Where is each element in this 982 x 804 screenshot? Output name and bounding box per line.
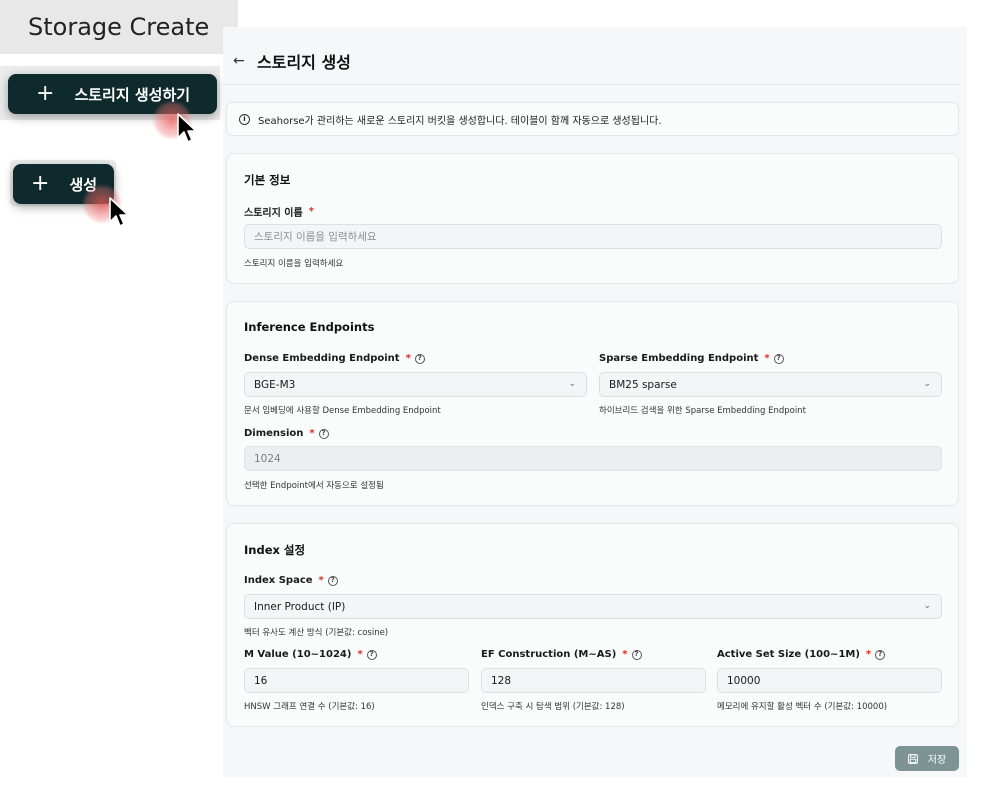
info-notice: i Seahorse가 관리하는 새로운 스토리지 버킷을 생성합니다. 테이블… [226,102,959,136]
notice-text: Seahorse가 관리하는 새로운 스토리지 버킷을 생성합니다. 테이블이 … [258,115,662,127]
help-icon[interactable]: ? [327,575,338,586]
storage-create-panel: ← 스토리지 생성 i Seahorse가 관리하는 새로운 스토리지 버킷을 … [223,27,967,777]
active-set-size-label-text: Active Set Size (100~1M) [717,649,860,660]
dense-endpoint-label: Dense Embedding Endpoint * ? [244,353,425,364]
storage-name-input[interactable]: 스토리지 이름을 입력하세요 [244,224,942,249]
page-header: ← 스토리지 생성 [223,27,959,85]
dimension-input: 1024 [244,446,942,471]
basic-info-title: 기본 정보 [244,173,291,187]
plus-icon: + [31,171,50,196]
required-mark: * [405,353,411,364]
dense-endpoint-hint: 문서 임베딩에 사용할 Dense Embedding Endpoint [244,406,441,416]
required-mark: * [622,649,628,660]
dense-endpoint-value: BGE-M3 [254,378,296,391]
index-space-select[interactable]: Inner Product (IP) ⌄ [244,594,942,619]
index-space-value: Inner Product (IP) [254,600,346,613]
dense-endpoint-label-text: Dense Embedding Endpoint [244,353,400,364]
mouse-cursor-icon [109,197,129,227]
sparse-endpoint-label-text: Sparse Embedding Endpoint [599,353,759,364]
chevron-down-icon: ⌄ [568,379,576,389]
required-mark: * [357,649,363,660]
page-title: 스토리지 생성 [257,53,351,72]
index-settings-card: Index 설정 Index Space * ? Inner Product (… [226,523,959,727]
sparse-endpoint-label: Sparse Embedding Endpoint * ? [599,353,784,364]
active-set-size-hint: 메모리에 유지할 활성 벡터 수 (기본값: 10000) [717,702,888,712]
help-icon[interactable]: ? [875,649,886,660]
mouse-cursor-icon [177,113,197,143]
m-value-input[interactable]: 16 [244,668,469,693]
m-value-label: M Value (10~1024) * ? [244,649,377,660]
plus-icon: + [36,81,55,106]
help-icon[interactable]: ? [773,353,784,364]
save-button[interactable]: 저장 [895,746,959,771]
dimension-label-text: Dimension [244,428,304,439]
storage-name-label: 스토리지 이름 * [244,204,314,219]
sparse-endpoint-select[interactable]: BM25 sparse ⌄ [599,372,942,397]
dimension-label: Dimension * ? [244,428,329,439]
storage-name-hint: 스토리지 이름을 입력하세요 [244,259,344,269]
info-icon: i [239,113,250,125]
ef-construction-label-text: EF Construction (M~AS) [481,649,617,660]
index-space-hint: 벡터 유사도 계산 방식 (기본값: cosine) [244,628,389,638]
save-button-label: 저장 [927,755,947,766]
inference-endpoints-title: Inference Endpoints [244,320,375,334]
m-value-hint: HNSW 그래프 연결 수 (기본값: 16) [244,702,375,712]
help-icon[interactable]: ? [366,649,377,660]
sparse-endpoint-value: BM25 sparse [609,378,677,391]
ef-construction-input[interactable]: 128 [481,668,706,693]
save-icon [907,753,918,764]
back-arrow-icon[interactable]: ← [233,53,245,69]
ef-construction-label: EF Construction (M~AS) * ? [481,649,642,660]
basic-info-card: 기본 정보 스토리지 이름 * 스토리지 이름을 입력하세요 스토리지 이름을 … [226,153,959,284]
index-space-label: Index Space * ? [244,575,338,586]
inference-endpoints-card: Inference Endpoints Dense Embedding Endp… [226,301,959,506]
required-mark: * [318,575,324,586]
caption-label: Storage Create [0,0,238,54]
required-mark: * [308,206,314,217]
sparse-endpoint-hint: 하이브리드 검색을 위한 Sparse Embedding Endpoint [599,406,806,416]
active-set-size-input[interactable]: 10000 [717,668,942,693]
active-set-size-label: Active Set Size (100~1M) * ? [717,649,886,660]
m-value-label-text: M Value (10~1024) [244,649,352,660]
chevron-down-icon: ⌄ [923,379,931,389]
required-mark: * [309,428,315,439]
storage-name-label-text: 스토리지 이름 [244,208,303,219]
index-space-label-text: Index Space [244,575,313,586]
ef-construction-hint: 인덱스 구축 시 탐색 범위 (기본값: 128) [481,702,625,712]
required-mark: * [865,649,872,660]
dimension-hint: 선택한 Endpoint에서 자동으로 설정됨 [244,481,384,491]
help-icon[interactable]: ? [631,649,642,660]
chevron-down-icon: ⌄ [923,601,931,611]
help-icon[interactable]: ? [318,428,329,439]
required-mark: * [764,353,770,364]
index-settings-title: Index 설정 [244,543,306,557]
dense-endpoint-select[interactable]: BGE-M3 ⌄ [244,372,587,397]
help-icon[interactable]: ? [414,353,425,364]
